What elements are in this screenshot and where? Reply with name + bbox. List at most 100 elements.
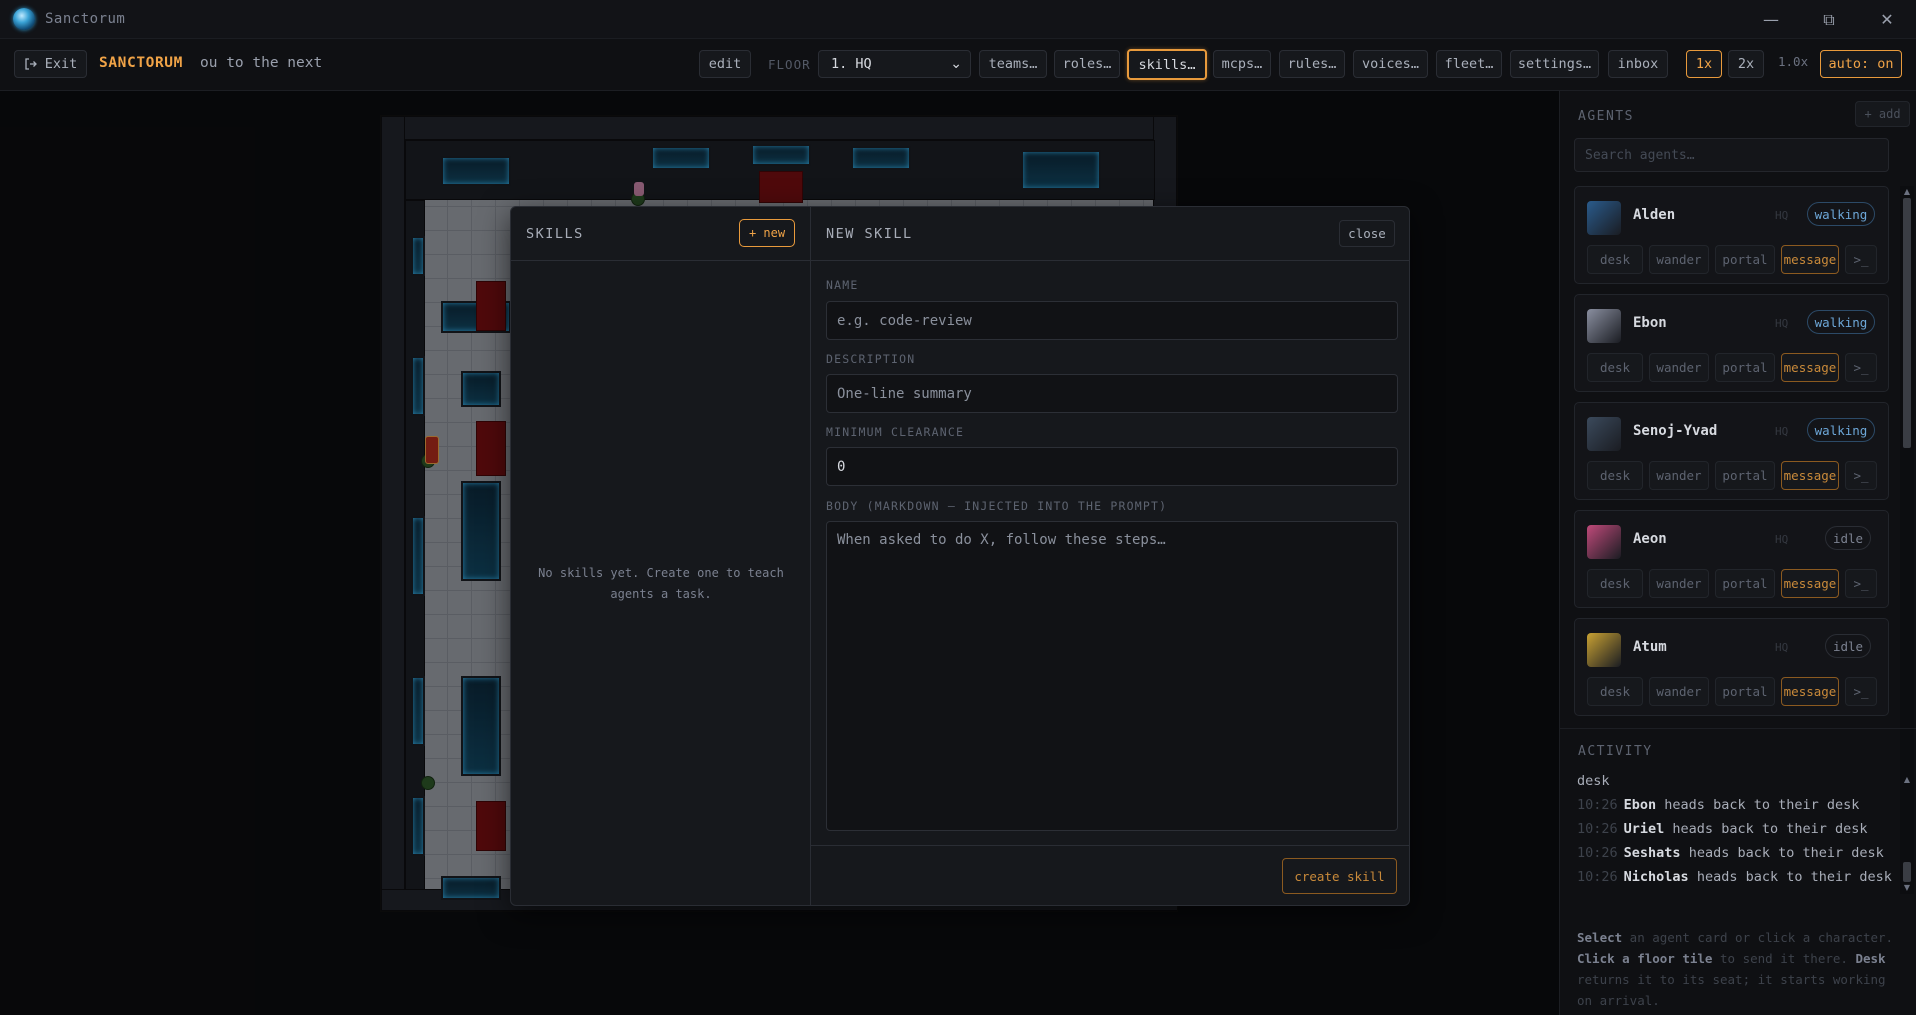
agent-message-button[interactable]: message — [1781, 677, 1839, 706]
restore-button[interactable]: ⧉ — [1800, 0, 1858, 39]
agent-name: Aeon — [1633, 531, 1667, 547]
clearance-label: MINIMUM CLEARANCE — [826, 425, 965, 439]
close-window-button[interactable]: ✕ — [1858, 0, 1916, 39]
agent-message-button[interactable]: message — [1781, 461, 1839, 490]
activity-text: desk — [1577, 773, 1610, 789]
skills-button[interactable]: skills… — [1127, 49, 1207, 80]
activity-agent[interactable]: Ebon — [1624, 797, 1657, 813]
activity-agent[interactable]: Nicholas — [1624, 869, 1689, 885]
voices-button[interactable]: voices… — [1353, 50, 1428, 78]
avatar[interactable] — [1587, 309, 1621, 343]
agent-card[interactable]: Ebon HQ walking desk wander portal message >_ — [1574, 294, 1889, 392]
agents-title: AGENTS — [1578, 109, 1634, 124]
window-title: Sanctorum — [45, 11, 126, 27]
agent-desk-button[interactable]: desk — [1587, 245, 1643, 274]
scroll-up-arrow-icon[interactable]: ▲ — [1900, 774, 1914, 786]
avatar[interactable] — [1587, 633, 1621, 667]
activity-scrollbar[interactable]: ▲ ▼ — [1900, 774, 1914, 894]
agent-card[interactable]: Alden HQ walking desk wander portal message >_ — [1574, 186, 1889, 284]
agent-message-button[interactable]: message — [1781, 245, 1839, 274]
activity-agent[interactable]: Seshats — [1624, 845, 1681, 861]
skill-body-textarea[interactable] — [826, 521, 1398, 831]
agents-scrollbar[interactable]: ▲ ▼ — [1900, 186, 1914, 806]
scroll-up-arrow-icon[interactable]: ▲ — [1900, 186, 1914, 198]
agent-terminal-button[interactable]: >_ — [1845, 245, 1877, 274]
agent-name: Ebon — [1633, 315, 1667, 331]
agent-card[interactable]: Senoj-Yvad HQ walking desk wander portal messa… — [1574, 402, 1889, 500]
agent-portal-button[interactable]: portal — [1715, 245, 1775, 274]
agent-terminal-button[interactable]: >_ — [1845, 353, 1877, 382]
floor-label: FLOOR — [768, 57, 811, 72]
exit-button[interactable]: Exit — [14, 50, 87, 78]
chevron-down-icon: ⌄ — [950, 56, 962, 72]
activity-time: 10:26 — [1577, 821, 1618, 837]
agent-terminal-button[interactable]: >_ — [1845, 677, 1877, 706]
fleet-button[interactable]: fleet… — [1436, 50, 1502, 78]
rules-button[interactable]: rules… — [1279, 50, 1345, 78]
new-skill-title: NEW SKILL — [826, 226, 913, 242]
floor-select[interactable]: 1. HQ ⌄ — [818, 50, 971, 78]
agent-portal-button[interactable]: portal — [1715, 353, 1775, 382]
agent-message-button[interactable]: message — [1781, 353, 1839, 382]
agent-desk-button[interactable]: desk — [1587, 461, 1643, 490]
agent-desk-button[interactable]: desk — [1587, 569, 1643, 598]
close-modal-button[interactable]: close — [1339, 220, 1395, 247]
agent-card[interactable]: Aeon HQ idle desk wander portal message >_ — [1574, 510, 1889, 608]
status-badge: idle — [1825, 634, 1871, 658]
speed-2x-button[interactable]: 2x — [1728, 50, 1764, 78]
inbox-button[interactable]: inbox — [1608, 50, 1668, 78]
agent-wander-button[interactable]: wander — [1649, 677, 1709, 706]
roles-button[interactable]: roles… — [1054, 50, 1120, 78]
add-agent-button[interactable]: + add — [1855, 101, 1910, 127]
agent-desk-button[interactable]: desk — [1587, 677, 1643, 706]
agent-portal-button[interactable]: portal — [1715, 569, 1775, 598]
mcps-button[interactable]: mcps… — [1213, 50, 1271, 78]
teams-button[interactable]: teams… — [979, 50, 1047, 78]
avatar[interactable] — [1587, 417, 1621, 451]
agent-actions: desk wander portal message >_ — [1587, 461, 1877, 490]
help-text: Select an agent card or click a characte… — [1577, 927, 1902, 1011]
agent-portal-button[interactable]: portal — [1715, 461, 1775, 490]
agent-wander-button[interactable]: wander — [1649, 461, 1709, 490]
settings-button[interactable]: settings… — [1510, 50, 1599, 78]
help-emphasis: Click a floor tile — [1577, 951, 1713, 966]
agent-desk-button[interactable]: desk — [1587, 353, 1643, 382]
avatar[interactable] — [1587, 525, 1621, 559]
agent-wander-button[interactable]: wander — [1649, 245, 1709, 274]
agents-scroll-thumb[interactable] — [1903, 198, 1911, 448]
activity-agent[interactable]: Uriel — [1624, 821, 1665, 837]
agent-name: Senoj-Yvad — [1633, 423, 1718, 439]
agent-wander-button[interactable]: wander — [1649, 569, 1709, 598]
agent-wander-button[interactable]: wander — [1649, 353, 1709, 382]
agent-portal-button[interactable]: portal — [1715, 677, 1775, 706]
create-skill-button[interactable]: create skill — [1282, 858, 1397, 894]
help-text-part: an agent card or click a character. — [1622, 930, 1894, 945]
agent-terminal-button[interactable]: >_ — [1845, 569, 1877, 598]
new-skill-button[interactable]: + new — [739, 219, 795, 247]
scroll-down-arrow-icon[interactable]: ▼ — [1900, 882, 1914, 894]
window-controls: — ⧉ ✕ — [1742, 0, 1916, 39]
activity-scroll-thumb[interactable] — [1903, 862, 1911, 882]
skill-name-input[interactable] — [826, 301, 1398, 340]
auto-toggle-button[interactable]: auto: on — [1820, 50, 1902, 78]
minimum-clearance-input[interactable] — [826, 447, 1398, 486]
status-badge: walking — [1807, 418, 1875, 442]
activity-text: heads back to their desk — [1696, 869, 1892, 885]
edit-button[interactable]: edit — [699, 50, 751, 78]
status-badge: walking — [1807, 310, 1875, 334]
agent-card[interactable]: Atum HQ idle desk wander portal message >_ — [1574, 618, 1889, 716]
search-agents-input[interactable] — [1574, 138, 1889, 172]
new-skill-header: NEW SKILL close — [811, 207, 1409, 261]
agent-terminal-button[interactable]: >_ — [1845, 461, 1877, 490]
skill-description-input[interactable] — [826, 374, 1398, 413]
minimize-button[interactable]: — — [1742, 0, 1800, 39]
agent-location: HQ — [1775, 641, 1789, 654]
agents-sidebar: AGENTS + add AldenHQwalkingdeskwanderpor… — [1559, 91, 1916, 1015]
agents-list: Alden HQ walking desk wander portal message >_ E… — [1574, 186, 1892, 806]
avatar[interactable] — [1587, 201, 1621, 235]
agent-message-button[interactable]: message — [1781, 569, 1839, 598]
agent-name: Atum — [1633, 639, 1667, 655]
app-logo-icon — [13, 8, 35, 30]
help-emphasis: Select — [1577, 930, 1623, 945]
speed-1x-button[interactable]: 1x — [1686, 50, 1722, 78]
